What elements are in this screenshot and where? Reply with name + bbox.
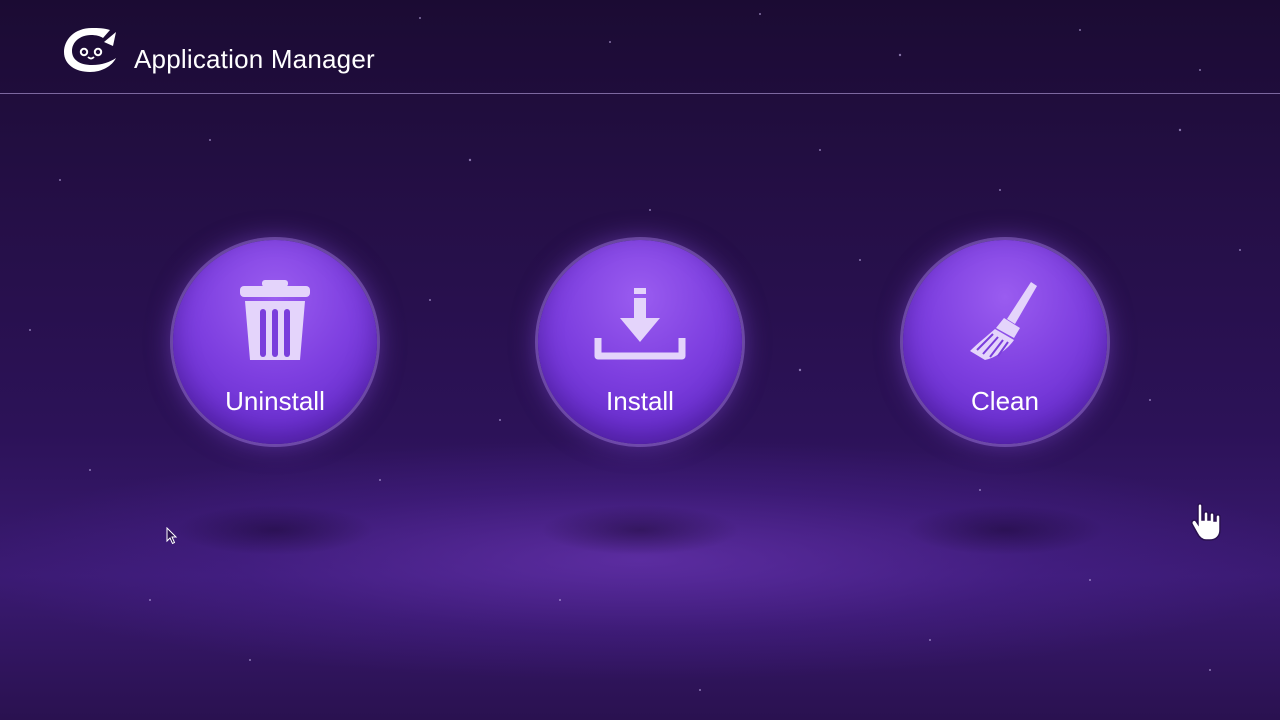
clean-label: Clean	[971, 386, 1039, 416]
page-title: Application Manager	[134, 44, 375, 74]
install-label: Install	[606, 386, 674, 416]
uninstall-label: Uninstall	[225, 386, 325, 416]
clean-button[interactable]: Clean	[903, 240, 1107, 444]
download-icon	[594, 288, 686, 360]
app-header: Application Manager	[0, 0, 1280, 94]
button-shadow	[540, 505, 740, 555]
cat-face-logo-icon	[64, 28, 116, 72]
button-shadow	[905, 505, 1105, 555]
uninstall-button[interactable]: Uninstall	[173, 240, 377, 444]
button-shadow	[175, 505, 375, 555]
mouse-pointer-icon	[166, 527, 178, 545]
install-button[interactable]: Install	[538, 240, 742, 444]
trash-icon	[240, 280, 310, 360]
hand-cursor-icon	[1191, 503, 1221, 541]
broom-icon	[970, 282, 1037, 360]
